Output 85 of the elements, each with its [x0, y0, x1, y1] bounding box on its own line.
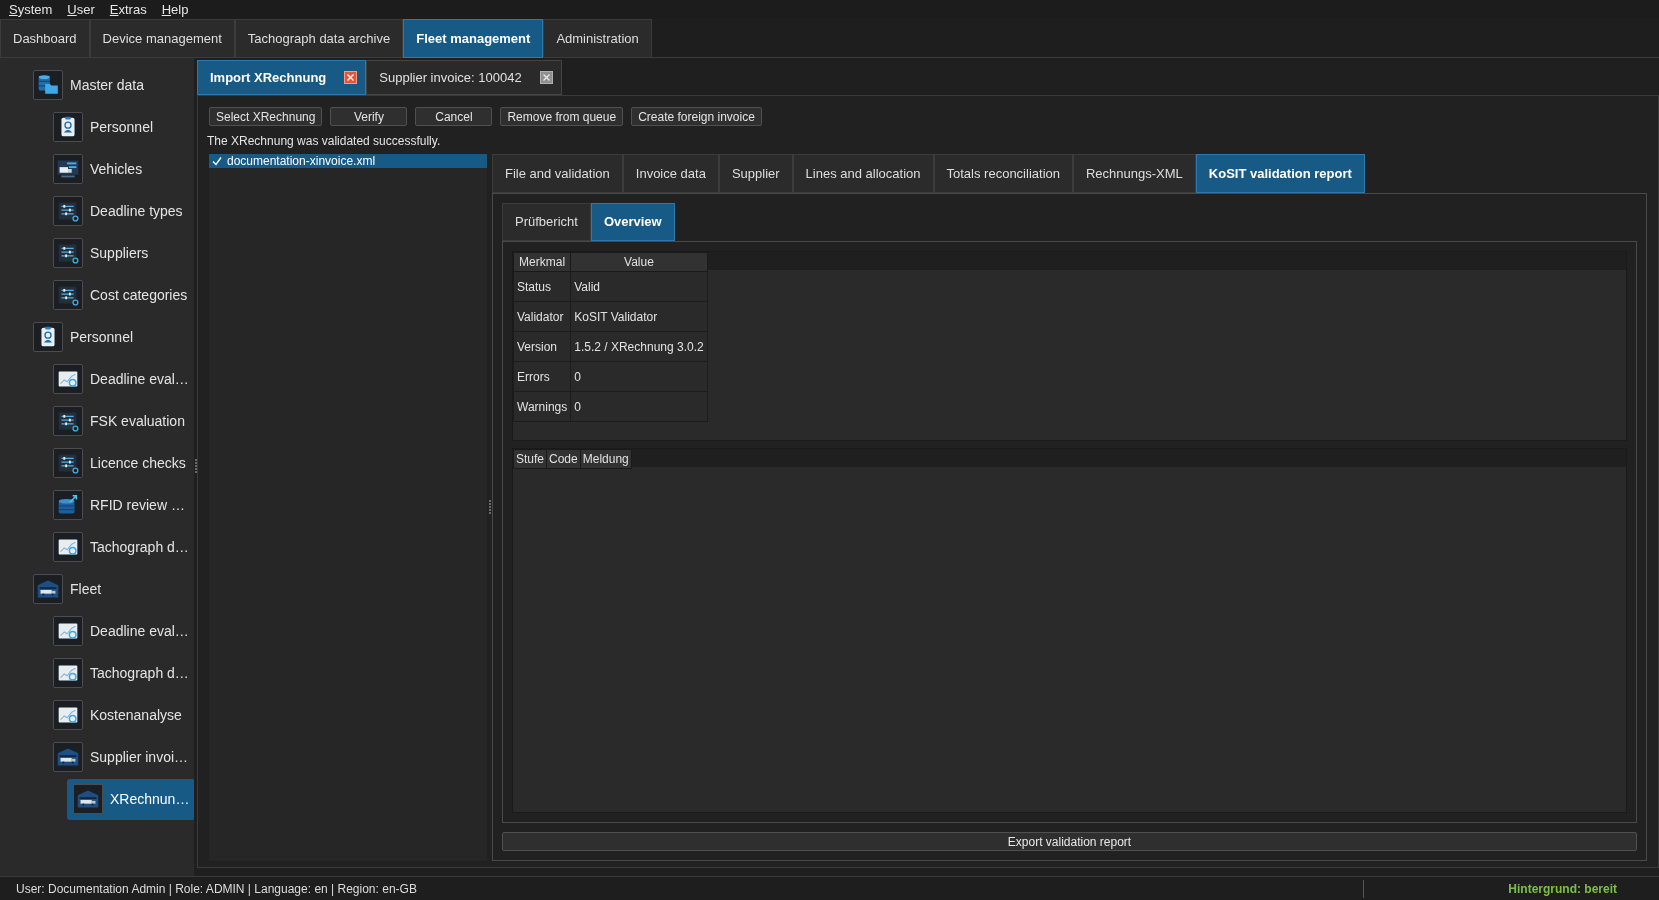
- column-header[interactable]: Meldung: [580, 449, 632, 469]
- chart-magnifier-icon: [53, 658, 83, 688]
- tree-item[interactable]: FSK evaluation: [47, 400, 191, 442]
- tree-item[interactable]: Master data: [27, 64, 187, 106]
- sliders-icon: [53, 196, 83, 226]
- detail-tab[interactable]: File and validation: [492, 154, 623, 193]
- menu-item[interactable]: User: [67, 0, 95, 20]
- menu-item[interactable]: Extras: [109, 0, 147, 20]
- report-tab[interactable]: Prüfbericht: [502, 203, 591, 241]
- file-item[interactable]: documentation-xinvoice.xml: [209, 154, 487, 168]
- chart-magnifier-icon: [53, 700, 83, 730]
- table-cell: Valid: [570, 271, 708, 302]
- column-header[interactable]: Stufe: [513, 449, 547, 469]
- tree-item[interactable]: Personnel: [47, 106, 187, 148]
- detail-tab[interactable]: Rechnungs-XML: [1073, 154, 1196, 193]
- main-tab[interactable]: Tachograph data archive: [234, 19, 404, 58]
- main-tab[interactable]: Fleet management: [403, 19, 544, 58]
- detail-tab[interactable]: Supplier: [718, 154, 793, 193]
- tree-item[interactable]: Deadline types: [47, 190, 189, 232]
- detail-tab[interactable]: KoSIT validation report: [1195, 154, 1365, 193]
- tree-item[interactable]: Deadline eval…: [47, 358, 195, 400]
- table-cell: Errors: [513, 361, 571, 392]
- sliders-icon: [53, 238, 83, 268]
- document-tab[interactable]: Import XRechnung: [197, 60, 367, 95]
- detail-tab[interactable]: Invoice data: [622, 154, 719, 193]
- database-arrow-icon: [53, 490, 83, 520]
- chart-magnifier-icon: [53, 616, 83, 646]
- column-header[interactable]: Merkmal: [513, 252, 571, 272]
- toolbar-button[interactable]: Verify: [330, 107, 408, 126]
- grip-icon[interactable]: [488, 499, 491, 516]
- database-folder-icon: [33, 70, 63, 100]
- main-tab[interactable]: Dashboard: [0, 19, 90, 58]
- close-icon[interactable]: [344, 71, 358, 84]
- main-tab[interactable]: Device management: [89, 19, 235, 58]
- tree-item[interactable]: XRechnun…: [67, 778, 196, 820]
- garage-truck-icon: [53, 742, 83, 772]
- table-cell: Version: [513, 331, 571, 362]
- tree-item[interactable]: Tachograph d…: [47, 526, 195, 568]
- export-button[interactable]: Export validation report: [502, 832, 1637, 851]
- status-message: The XRechnung was validated successfully.: [207, 134, 442, 148]
- table-cell: Validator: [513, 301, 571, 332]
- detail-tab[interactable]: Lines and allocation: [792, 154, 934, 193]
- toolbar-button[interactable]: Cancel: [415, 107, 493, 126]
- tree-item[interactable]: Deadline eval…: [47, 610, 195, 652]
- tree-item[interactable]: Tachograph d…: [47, 652, 195, 694]
- tree-item[interactable]: Personnel: [27, 316, 187, 358]
- document-tab[interactable]: Supplier invoice: 100042: [366, 60, 562, 95]
- session-info: User: Documentation Admin | Role: ADMIN | Language: en | Region: en-GB: [15, 880, 418, 898]
- table-cell: Status: [513, 271, 571, 302]
- tree-item[interactable]: Supplier invoi…: [47, 736, 195, 778]
- truck-screen-icon: [53, 154, 83, 184]
- tree-item[interactable]: Vehicles: [47, 148, 187, 190]
- column-header[interactable]: Value: [570, 252, 708, 272]
- tree-item[interactable]: RFID review …: [47, 484, 191, 526]
- tree-item[interactable]: Kostenanalyse: [47, 694, 188, 736]
- table-cell: 0: [570, 391, 708, 422]
- menu-item[interactable]: System: [9, 0, 53, 20]
- table-cell: 0: [570, 361, 708, 392]
- chart-magnifier-icon: [53, 364, 83, 394]
- sliders-icon: [53, 406, 83, 436]
- table-cell: KoSIT Validator: [570, 301, 708, 332]
- tree-item[interactable]: Suppliers: [47, 232, 187, 274]
- column-header[interactable]: Code: [546, 449, 581, 469]
- tree-item[interactable]: Cost categories: [47, 274, 194, 316]
- toolbar-button[interactable]: Remove from queue: [500, 107, 624, 126]
- tree-item[interactable]: Licence checks: [47, 442, 192, 484]
- tree-item[interactable]: Fleet: [27, 568, 187, 610]
- report-tab[interactable]: Overview: [590, 203, 675, 241]
- main-tab[interactable]: Administration: [543, 19, 652, 58]
- sliders-icon: [53, 280, 83, 310]
- menu-item[interactable]: Help: [161, 0, 189, 20]
- toolbar-button[interactable]: Select XRechnung: [209, 107, 323, 126]
- garage-truck-icon: [33, 574, 63, 604]
- background-status: Hintergrund: bereit: [1507, 880, 1618, 898]
- id-badge-icon: [53, 112, 83, 142]
- id-badge-icon: [33, 322, 63, 352]
- toolbar-button[interactable]: Create foreign invoice: [631, 107, 762, 126]
- table-cell: 1.5.2 / XRechnung 3.0.2: [570, 331, 708, 362]
- close-icon[interactable]: [539, 71, 553, 84]
- garage-truck-icon: [73, 784, 103, 814]
- detail-tab[interactable]: Totals reconciliation: [933, 154, 1073, 193]
- grip-icon[interactable]: [194, 459, 197, 475]
- table-cell: Warnings: [513, 391, 571, 422]
- sliders-icon: [53, 448, 83, 478]
- chart-magnifier-icon: [53, 532, 83, 562]
